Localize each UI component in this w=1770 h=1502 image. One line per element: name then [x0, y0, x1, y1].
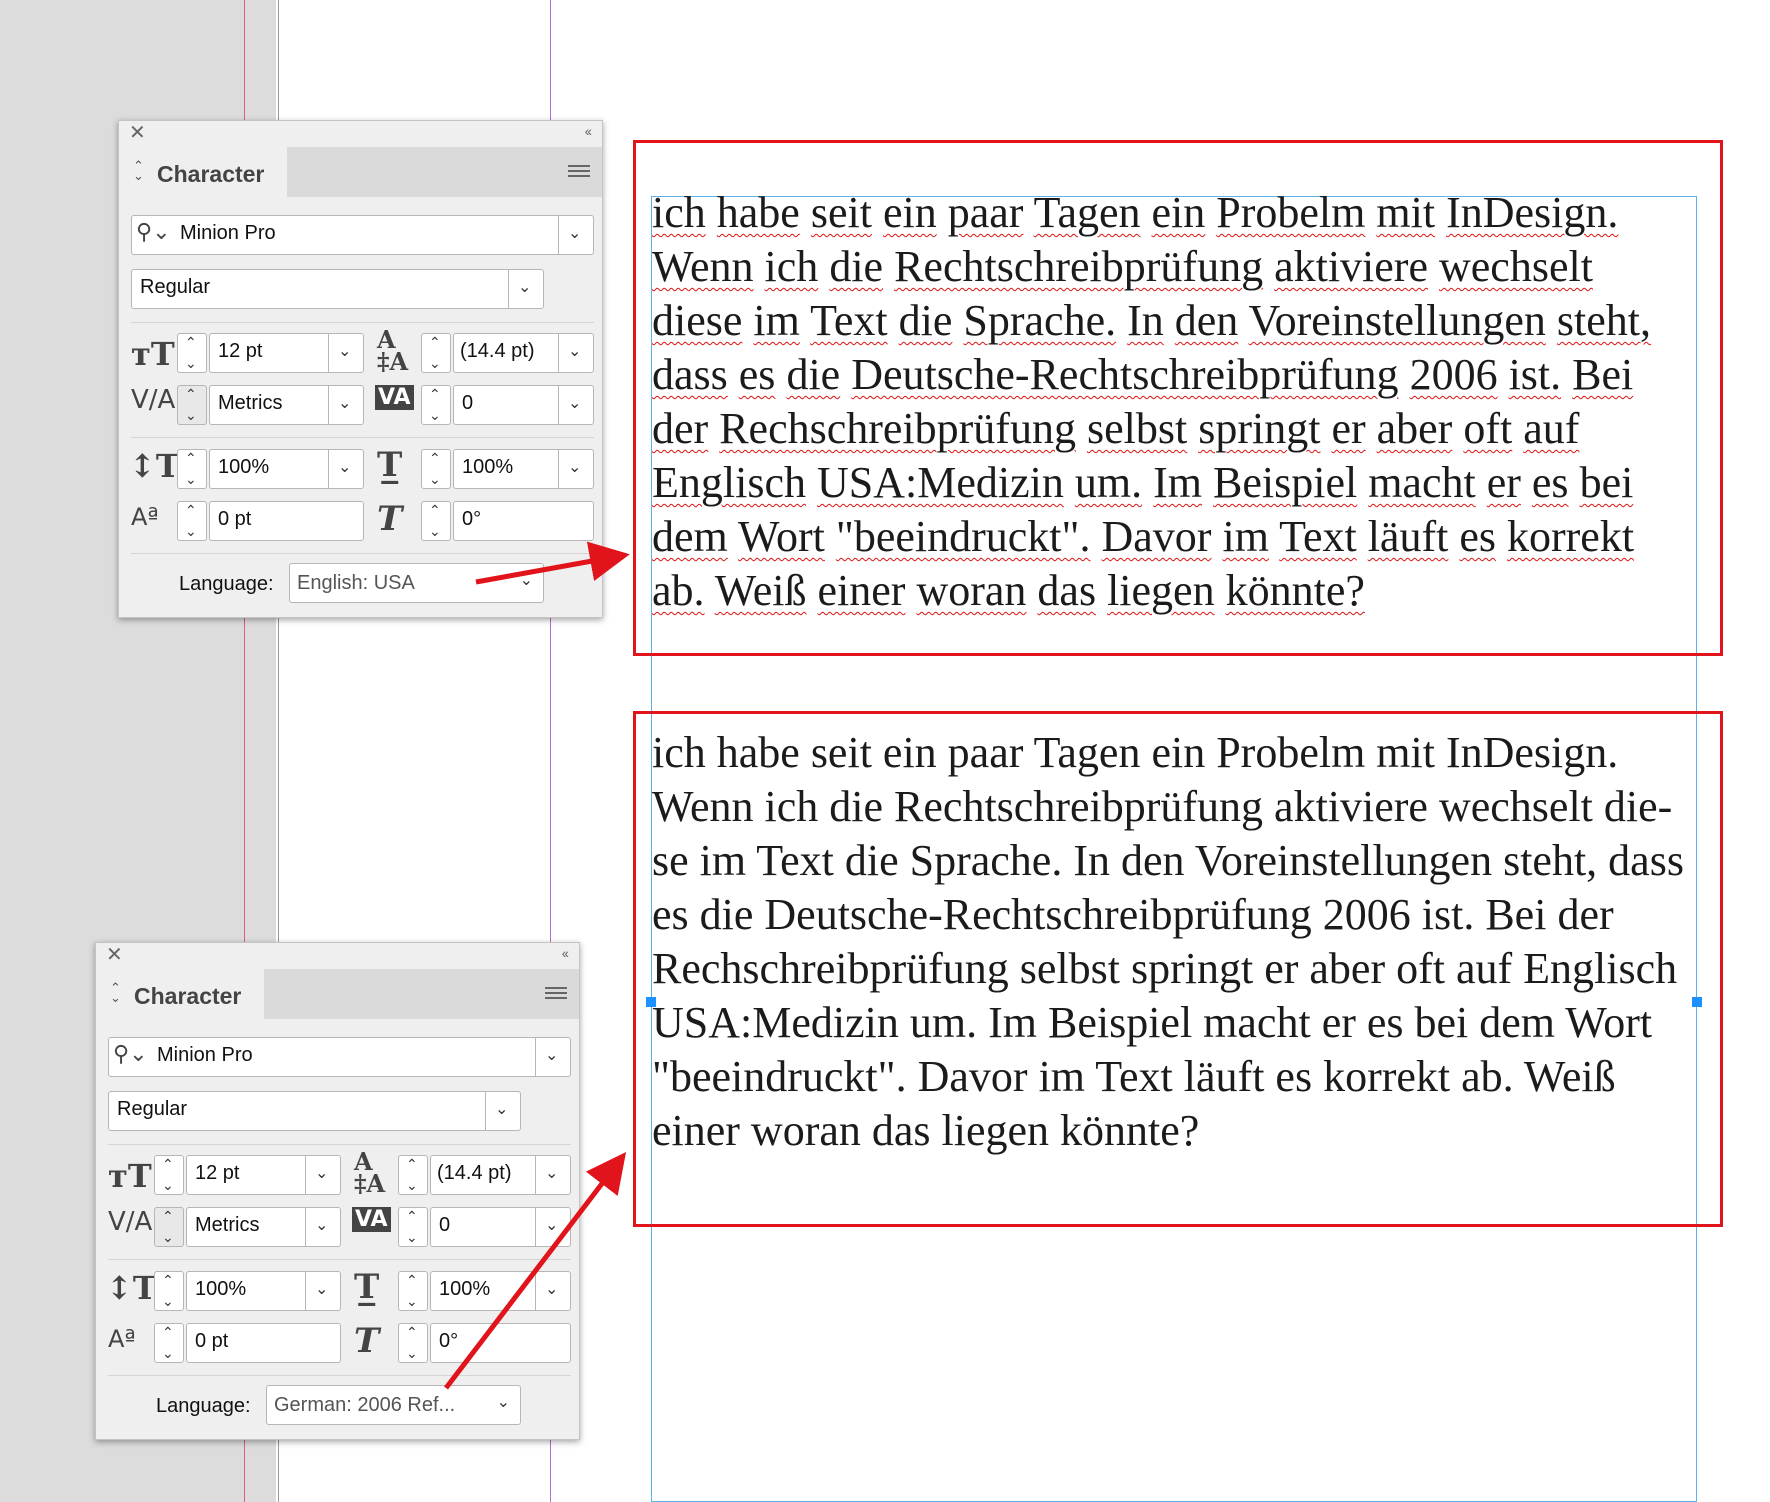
annotation-arrows	[444, 541, 630, 1390]
arrow-top	[475, 541, 630, 585]
arrow-bottom	[444, 1152, 627, 1390]
